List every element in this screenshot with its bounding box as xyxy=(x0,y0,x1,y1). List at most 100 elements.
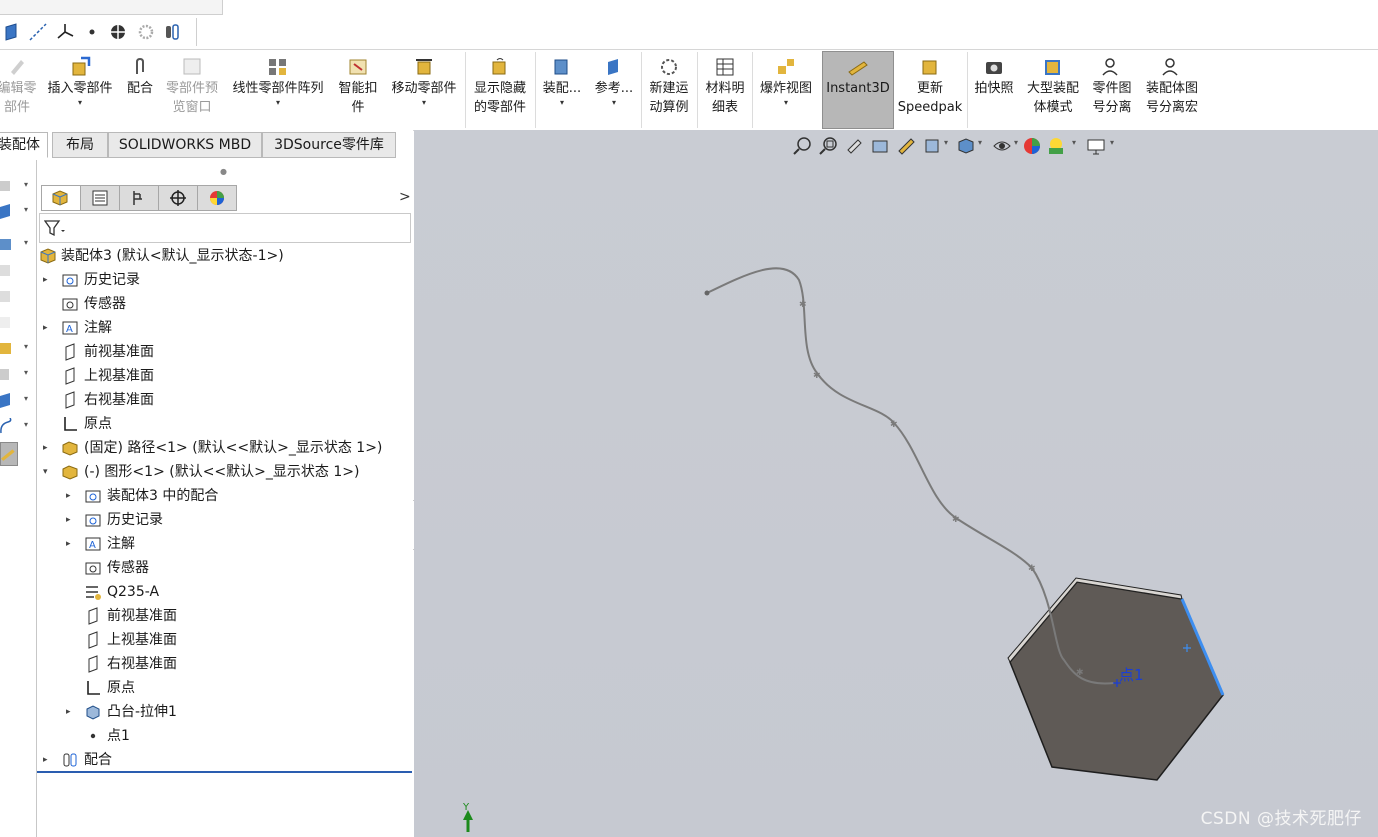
plane-icon[interactable] xyxy=(2,22,22,42)
part-drawing-number-button[interactable]: 零件图 号分离 xyxy=(1086,52,1138,126)
cylinder-icon[interactable] xyxy=(0,262,14,278)
plane-icon[interactable] xyxy=(0,392,14,408)
chevron-right-icon[interactable]: ▸ xyxy=(43,268,53,292)
large-assembly-mode-button[interactable]: 大型装配 体模式 xyxy=(1022,52,1084,126)
curve-endpoint[interactable] xyxy=(704,290,710,296)
gear-icon[interactable] xyxy=(136,22,156,42)
assembly-features-button[interactable]: 装配... ▾ xyxy=(538,52,586,126)
tree-item-label: 注解 xyxy=(84,320,112,336)
spline-point-marker[interactable]: ✱ xyxy=(813,371,821,381)
button-label: 移动零部件 xyxy=(391,81,457,96)
instant3d-icon[interactable] xyxy=(0,442,18,466)
spline-point-marker[interactable]: ✱ xyxy=(799,300,807,310)
chevron-down-icon[interactable]: ▾ xyxy=(42,98,118,108)
left-command-strip: ▾ ▾ ▾ ▾ ▾ ▾ ▾ xyxy=(0,160,36,837)
chevron-down-icon[interactable]: ▾ xyxy=(226,98,330,108)
button-label: 览窗口 xyxy=(172,100,212,115)
mate-icon[interactable] xyxy=(162,22,182,42)
update-speedpak-button[interactable]: 更新 Speedpak xyxy=(896,52,964,126)
spline-point-marker[interactable]: ✱ xyxy=(952,515,960,525)
move-component-button[interactable]: 移动零部件 ▾ xyxy=(386,52,462,126)
history-icon xyxy=(85,490,101,503)
tab-assembly[interactable]: 装配体 xyxy=(0,132,48,158)
feature-icon[interactable] xyxy=(0,340,14,356)
graphics-viewport[interactable]: ▾ ▾ ▾ ▾ ▾ ✱ ✱ ✱ ✱ ✱ ✱ 点1 Y xyxy=(414,130,1378,837)
chevron-right-icon[interactable]: ▸ xyxy=(66,484,76,508)
chevron-right-icon[interactable]: ▸ xyxy=(66,532,76,556)
tab-3dsource-library[interactable]: 3DSource零件库 xyxy=(262,132,396,158)
tab-layout[interactable]: 布局 xyxy=(52,132,108,158)
new-motion-study-button[interactable]: 新建运 动算例 xyxy=(644,52,694,126)
tab-dimxpert-manager[interactable] xyxy=(158,185,198,211)
chevron-down-icon[interactable]: ▾ xyxy=(590,98,638,108)
tab-solidworks-mbd[interactable]: SOLIDWORKS MBD xyxy=(108,132,262,158)
axis-icon[interactable] xyxy=(28,22,48,42)
button-label: 插入零部件 xyxy=(47,81,113,96)
spline-point-marker[interactable]: ✱ xyxy=(1028,564,1036,574)
filter-icon[interactable] xyxy=(44,219,66,237)
mate-button[interactable]: 配合 xyxy=(120,52,160,126)
instant3d-button[interactable]: Instant3D xyxy=(822,51,894,129)
bill-of-materials-button[interactable]: 材料明 细表 xyxy=(700,52,750,126)
model-graphics[interactable]: ✱ ✱ ✱ ✱ ✱ ✱ 点1 Y xyxy=(414,130,1378,837)
exploded-view-button[interactable]: 爆炸视图 ▾ xyxy=(755,52,817,126)
tree-item-label: 注解 xyxy=(107,536,135,552)
tab-display-manager[interactable] xyxy=(197,185,237,211)
chevron-down-icon[interactable]: ▾ xyxy=(24,368,28,377)
spline-point-marker[interactable]: ✱ xyxy=(890,420,898,430)
tab-feature-tree[interactable] xyxy=(41,185,81,211)
chevron-down-icon[interactable]: ▾ xyxy=(24,205,28,214)
chevron-down-icon[interactable]: ▾ xyxy=(24,394,28,403)
large-assembly-icon xyxy=(1045,60,1060,75)
insert-components-button[interactable]: 插入零部件 ▾ xyxy=(42,52,118,126)
chevron-down-icon[interactable]: ▾ xyxy=(43,460,53,484)
button-label: 拍快照 xyxy=(974,81,1014,96)
material-icon xyxy=(86,586,101,600)
panel-grip-icon[interactable]: ● xyxy=(220,167,227,176)
coordinate-system-icon[interactable] xyxy=(55,22,75,42)
chevron-down-icon[interactable]: ▾ xyxy=(755,98,817,108)
tree-item-label: 前视基准面 xyxy=(107,608,177,624)
point-icon[interactable] xyxy=(82,22,102,42)
curve-icon[interactable] xyxy=(0,418,14,434)
shell-icon[interactable] xyxy=(0,288,14,304)
take-snapshot-button[interactable]: 拍快照 xyxy=(970,52,1018,126)
component-preview-button[interactable]: 零部件预 览窗口 xyxy=(160,52,224,126)
paperclip-icon xyxy=(136,57,144,74)
linear-pattern-button[interactable]: 线性零部件阵列 ▾ xyxy=(226,52,330,126)
button-label: 显示隐藏 xyxy=(473,81,526,96)
chevron-down-icon[interactable]: ▾ xyxy=(538,98,586,108)
annotation-icon: A xyxy=(85,537,101,551)
tab-property-manager[interactable] xyxy=(80,185,120,211)
assembly-drawing-number-macro-button[interactable]: 装配体图 号分离宏 xyxy=(1140,52,1204,126)
sweep-path-curve[interactable] xyxy=(706,267,1115,685)
show-hidden-components-button[interactable]: 显示隐藏 的零部件 xyxy=(468,52,532,126)
button-label: Instant3D xyxy=(826,81,890,96)
chevron-down-icon[interactable]: ▾ xyxy=(24,180,28,189)
reference-geometry-button[interactable]: 参考... ▾ xyxy=(590,52,638,126)
component-icon[interactable] xyxy=(0,178,14,194)
button-label: 动算例 xyxy=(649,100,689,115)
chevron-right-icon[interactable]: ▸ xyxy=(43,748,53,772)
pattern-icon[interactable] xyxy=(0,366,14,382)
chevron-right-icon[interactable]: ▸ xyxy=(43,436,53,460)
tab-configuration-manager[interactable] xyxy=(119,185,159,211)
smart-fasteners-button[interactable]: 智能扣 件 xyxy=(334,52,382,126)
chevron-down-icon[interactable]: ▾ xyxy=(386,98,462,108)
cut-icon[interactable] xyxy=(0,314,14,330)
chevron-right-icon[interactable]: ▸ xyxy=(66,700,76,724)
chevron-down-icon[interactable]: ▾ xyxy=(24,420,28,429)
spline-point-marker[interactable]: ✱ xyxy=(1076,668,1084,678)
panel-tabs xyxy=(41,185,237,211)
button-label: 参考... xyxy=(594,81,634,96)
mate-reference-icon[interactable] xyxy=(108,22,128,42)
box-icon[interactable] xyxy=(0,236,14,252)
chevron-right-icon[interactable]: ▸ xyxy=(66,508,76,532)
panel-expand-arrow[interactable]: > xyxy=(399,189,411,205)
chevron-down-icon[interactable]: ▾ xyxy=(24,342,28,351)
chevron-right-icon[interactable]: ▸ xyxy=(43,316,53,340)
edit-component-button[interactable]: 编辑零 部件 xyxy=(0,52,38,126)
plane-icon[interactable] xyxy=(0,203,14,219)
chevron-down-icon[interactable]: ▾ xyxy=(24,238,28,247)
rollback-bar[interactable] xyxy=(37,771,412,773)
